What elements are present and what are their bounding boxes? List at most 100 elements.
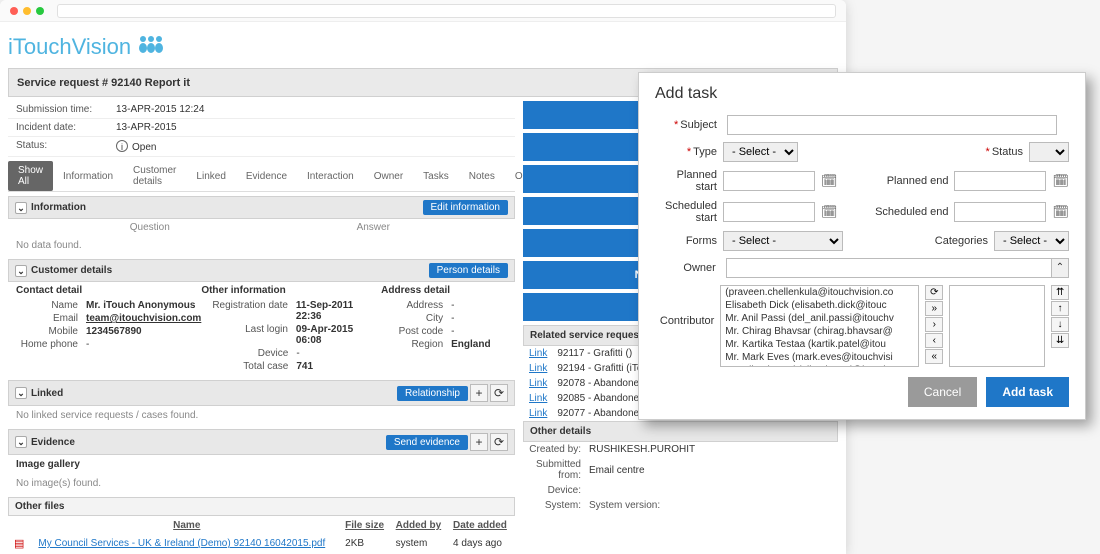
tab-interaction[interactable]: Interaction xyxy=(297,167,364,186)
calendar-icon[interactable]: 🗓 xyxy=(1052,204,1069,220)
chevron-down-icon[interactable]: ⌄ xyxy=(15,265,27,277)
relationship-button[interactable]: Relationship xyxy=(397,386,468,401)
move-up-icon[interactable]: ↑ xyxy=(1051,301,1069,316)
move-down-icon[interactable]: ↓ xyxy=(1051,317,1069,332)
categories-select[interactable]: - Select - xyxy=(994,231,1069,251)
shuttle-remove-all-icon[interactable]: « xyxy=(925,349,943,364)
calendar-icon[interactable]: 🗓 xyxy=(1052,173,1069,189)
tab-notes[interactable]: Notes xyxy=(459,167,505,186)
refresh-icon[interactable]: ⟳ xyxy=(490,433,508,451)
owner-input[interactable] xyxy=(726,258,1051,278)
pdf-icon: ▤ xyxy=(14,538,24,550)
contributor-available-list[interactable]: (praveen.chellenkula@itouchvision.coElis… xyxy=(720,285,919,367)
section-information-title: Information xyxy=(31,202,86,213)
scheduled-start-label: Scheduled start xyxy=(655,200,717,224)
tab-show-all[interactable]: Show All xyxy=(8,161,53,191)
tab-tasks[interactable]: Tasks xyxy=(413,167,459,186)
add-icon[interactable]: + xyxy=(470,433,488,451)
shuttle-refresh-icon[interactable]: ⟳ xyxy=(925,285,943,300)
tab-owner[interactable]: Owner xyxy=(364,167,413,186)
edit-information-button[interactable]: Edit information xyxy=(423,200,508,215)
status-select[interactable] xyxy=(1029,142,1069,162)
shuttle-remove-icon[interactable]: ‹ xyxy=(925,333,943,348)
window-maximize-dot[interactable] xyxy=(36,7,44,15)
add-icon[interactable]: + xyxy=(470,384,488,402)
window-minimize-dot[interactable] xyxy=(23,7,31,15)
scheduled-end-input[interactable] xyxy=(954,202,1046,222)
calendar-icon[interactable]: 🗓 xyxy=(821,173,838,189)
incident-date-value: 13-APR-2015 xyxy=(116,122,177,133)
section-linked-title: Linked xyxy=(31,388,63,399)
col-size[interactable]: File size xyxy=(341,518,389,533)
region: England xyxy=(451,339,490,350)
chevron-down-icon[interactable]: ⌄ xyxy=(15,202,27,214)
customer-mobile: 1234567890 xyxy=(86,326,142,337)
tab-customer-details[interactable]: Customer details xyxy=(123,161,186,191)
tab-evidence[interactable]: Evidence xyxy=(236,167,297,186)
send-evidence-button[interactable]: Send evidence xyxy=(386,435,468,450)
tab-information[interactable]: Information xyxy=(53,167,123,186)
modal-title: Add task xyxy=(655,85,1069,103)
cancel-button[interactable]: Cancel xyxy=(908,377,977,407)
planned-end-input[interactable] xyxy=(954,171,1046,191)
answer-col: Answer xyxy=(262,222,486,233)
scheduled-end-label: Scheduled end xyxy=(868,206,948,218)
file-date: 4 days ago xyxy=(449,535,513,552)
add-task-modal: Add task *Subject *Type - Select - *Stat… xyxy=(638,72,1086,420)
planned-start-input[interactable] xyxy=(723,171,815,191)
submission-time-label: Submission time: xyxy=(16,104,116,115)
subject-label: Subject xyxy=(680,119,717,131)
contributor-selected-list[interactable] xyxy=(949,285,1045,367)
related-link[interactable]: Link xyxy=(529,393,547,404)
move-bottom-icon[interactable]: ⇊ xyxy=(1051,333,1069,348)
submission-time-value: 13-APR-2015 12:24 xyxy=(116,104,204,115)
window-close-dot[interactable] xyxy=(10,7,18,15)
person-details-button[interactable]: Person details xyxy=(429,263,508,278)
add-task-button[interactable]: Add task xyxy=(986,377,1069,407)
linked-no-data: No linked service requests / cases found… xyxy=(8,406,515,425)
calendar-icon[interactable]: 🗓 xyxy=(821,204,838,220)
submitted-from: Email centre xyxy=(589,465,645,476)
status-label: Status: xyxy=(16,140,116,153)
col-added-by[interactable]: Added by xyxy=(392,518,447,533)
refresh-icon[interactable]: ⟳ xyxy=(490,384,508,402)
last-login: 09-Apr-2015 06:08 xyxy=(296,324,381,346)
chevron-down-icon[interactable]: ⌄ xyxy=(15,436,27,448)
device-value: - xyxy=(296,348,299,359)
url-bar[interactable] xyxy=(57,4,836,18)
col-name[interactable]: Name xyxy=(34,518,339,533)
customer-name: Mr. iTouch Anonymous xyxy=(86,300,195,311)
type-select[interactable]: - Select - xyxy=(723,142,798,162)
incident-date-label: Incident date: xyxy=(16,122,116,133)
scheduled-start-input[interactable] xyxy=(723,202,815,222)
related-link[interactable]: Link xyxy=(529,363,547,374)
subject-input[interactable] xyxy=(727,115,1057,135)
contributor-label: Contributor xyxy=(655,285,714,327)
total-case: 741 xyxy=(296,361,313,372)
file-size: 2KB xyxy=(341,535,389,552)
move-top-icon[interactable]: ⇈ xyxy=(1051,285,1069,300)
file-added-by: system xyxy=(392,535,447,552)
related-link[interactable]: Link xyxy=(529,378,547,389)
table-row: ▤ My Council Services - UK & Ireland (De… xyxy=(10,535,513,552)
contact-detail-header: Contact detail xyxy=(16,285,201,296)
chevron-down-icon[interactable]: ⌄ xyxy=(15,387,27,399)
related-link[interactable]: Link xyxy=(529,348,547,359)
registration-date: 11-Sep-2011 22:36 xyxy=(296,300,381,322)
other-info-header: Other information xyxy=(201,285,381,296)
forms-select[interactable]: - Select - xyxy=(723,231,843,251)
shuttle-add-all-icon[interactable]: » xyxy=(925,301,943,316)
customer-email[interactable]: team@itouchvision.com xyxy=(86,313,201,324)
col-date[interactable]: Date added xyxy=(449,518,513,533)
no-images: No image(s) found. xyxy=(8,474,515,493)
owner-dropdown-icon[interactable]: ⌃ xyxy=(1051,258,1069,278)
customer-home-phone: - xyxy=(86,339,89,350)
address-detail-header: Address detail xyxy=(381,285,507,296)
related-link[interactable]: Link xyxy=(529,408,547,419)
categories-label: Categories xyxy=(908,235,988,247)
info-icon: i xyxy=(116,140,128,152)
tab-linked[interactable]: Linked xyxy=(186,167,235,186)
tabs-row: Show All Information Customer details Li… xyxy=(8,161,515,192)
shuttle-add-icon[interactable]: › xyxy=(925,317,943,332)
file-link[interactable]: My Council Services - UK & Ireland (Demo… xyxy=(38,538,325,549)
